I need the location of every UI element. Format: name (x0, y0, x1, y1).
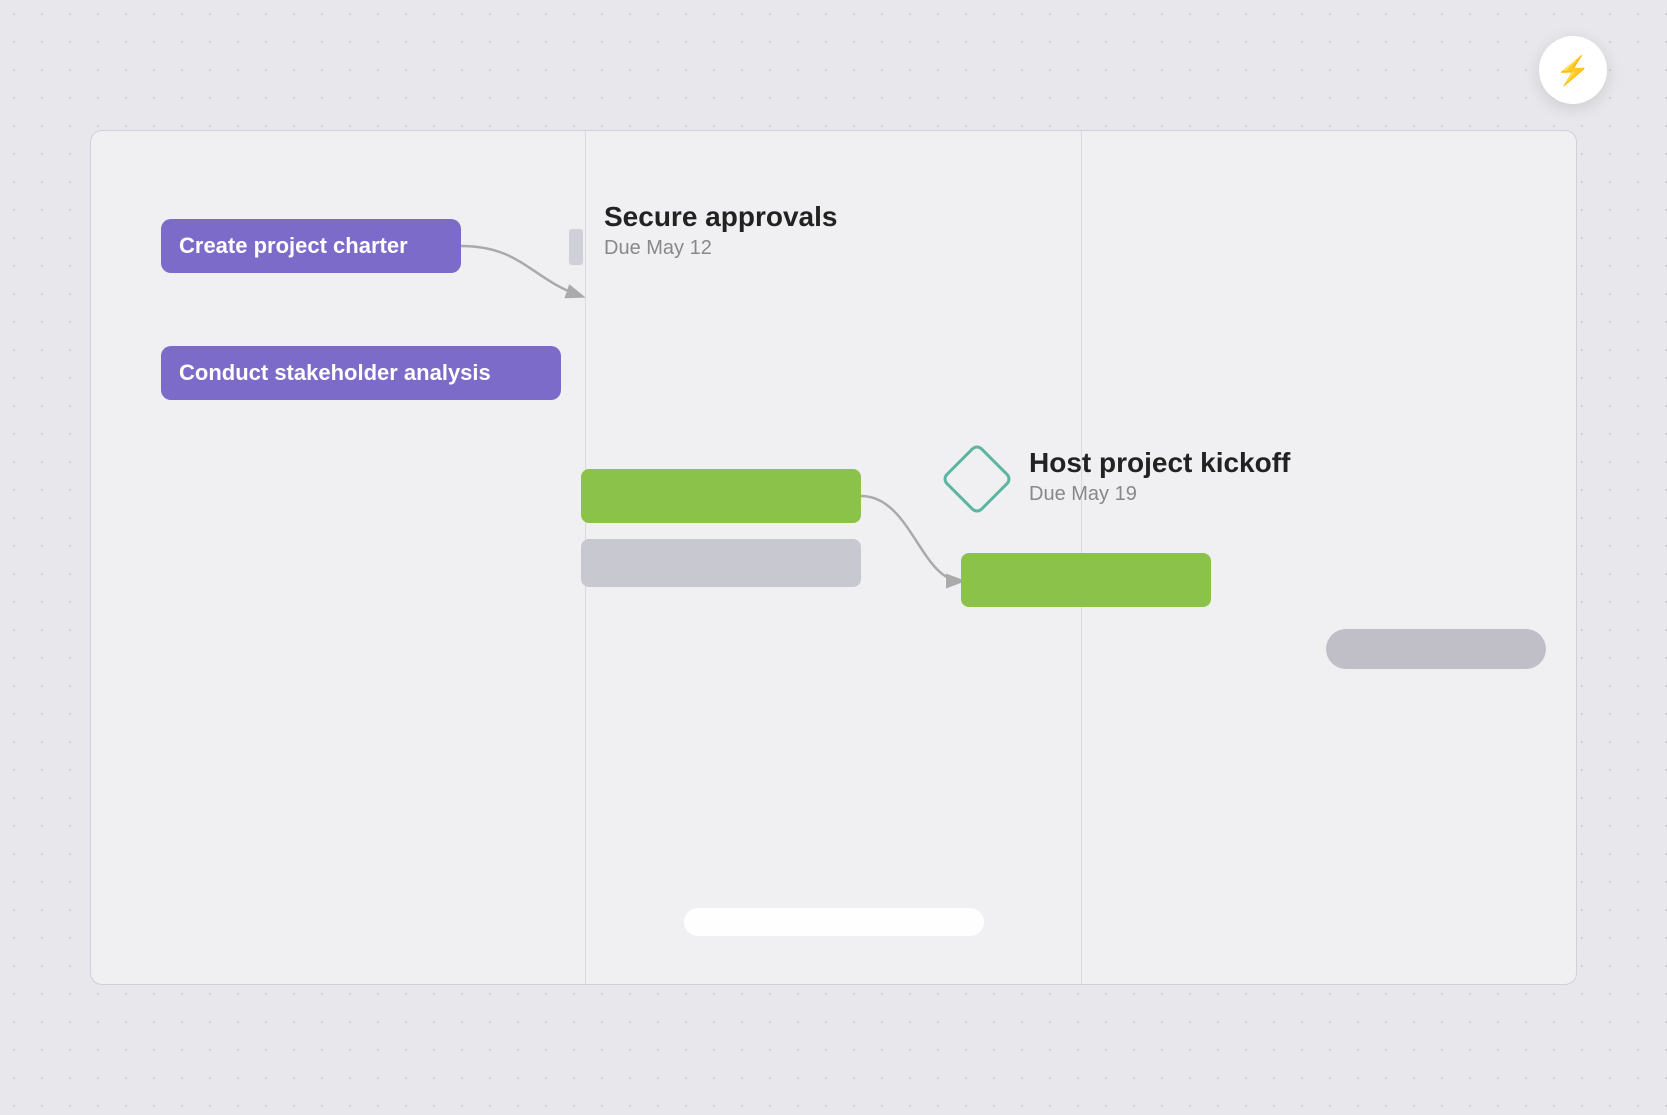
flash-button[interactable]: ⚡ (1539, 36, 1607, 104)
milestone-host-kickoff: Host project kickoff Due May 19 (951, 447, 1290, 506)
milestone-host-diamond (940, 442, 1014, 516)
task-stakeholder-analysis[interactable]: Conduct stakeholder analysis (161, 346, 561, 400)
gray-bar-1 (581, 539, 861, 587)
gray-bar-2 (1326, 629, 1546, 669)
milestone-host-title: Host project kickoff (1029, 447, 1290, 479)
milestone-secure-pin (569, 229, 583, 265)
milestone-secure-due: Due May 12 (604, 237, 837, 260)
green-bar-2[interactable] (961, 553, 1211, 607)
milestone-secure-approvals: Secure approvals Due May 12 (576, 201, 837, 260)
milestone-host-due: Due May 19 (1029, 483, 1290, 506)
gantt-chart: Create project charter Conduct stakehold… (90, 130, 1577, 985)
task-create-charter-label: Create project charter (179, 233, 408, 259)
milestone-secure-label: Secure approvals Due May 12 (604, 201, 837, 260)
green-bar-1[interactable] (581, 469, 861, 523)
task-create-charter[interactable]: Create project charter (161, 219, 461, 273)
milestone-secure-title: Secure approvals (604, 201, 837, 233)
task-stakeholder-label: Conduct stakeholder analysis (179, 360, 491, 386)
milestone-host-label: Host project kickoff Due May 19 (1029, 447, 1290, 506)
gantt-scrollbar[interactable] (684, 908, 984, 936)
flash-icon: ⚡ (1556, 54, 1591, 87)
